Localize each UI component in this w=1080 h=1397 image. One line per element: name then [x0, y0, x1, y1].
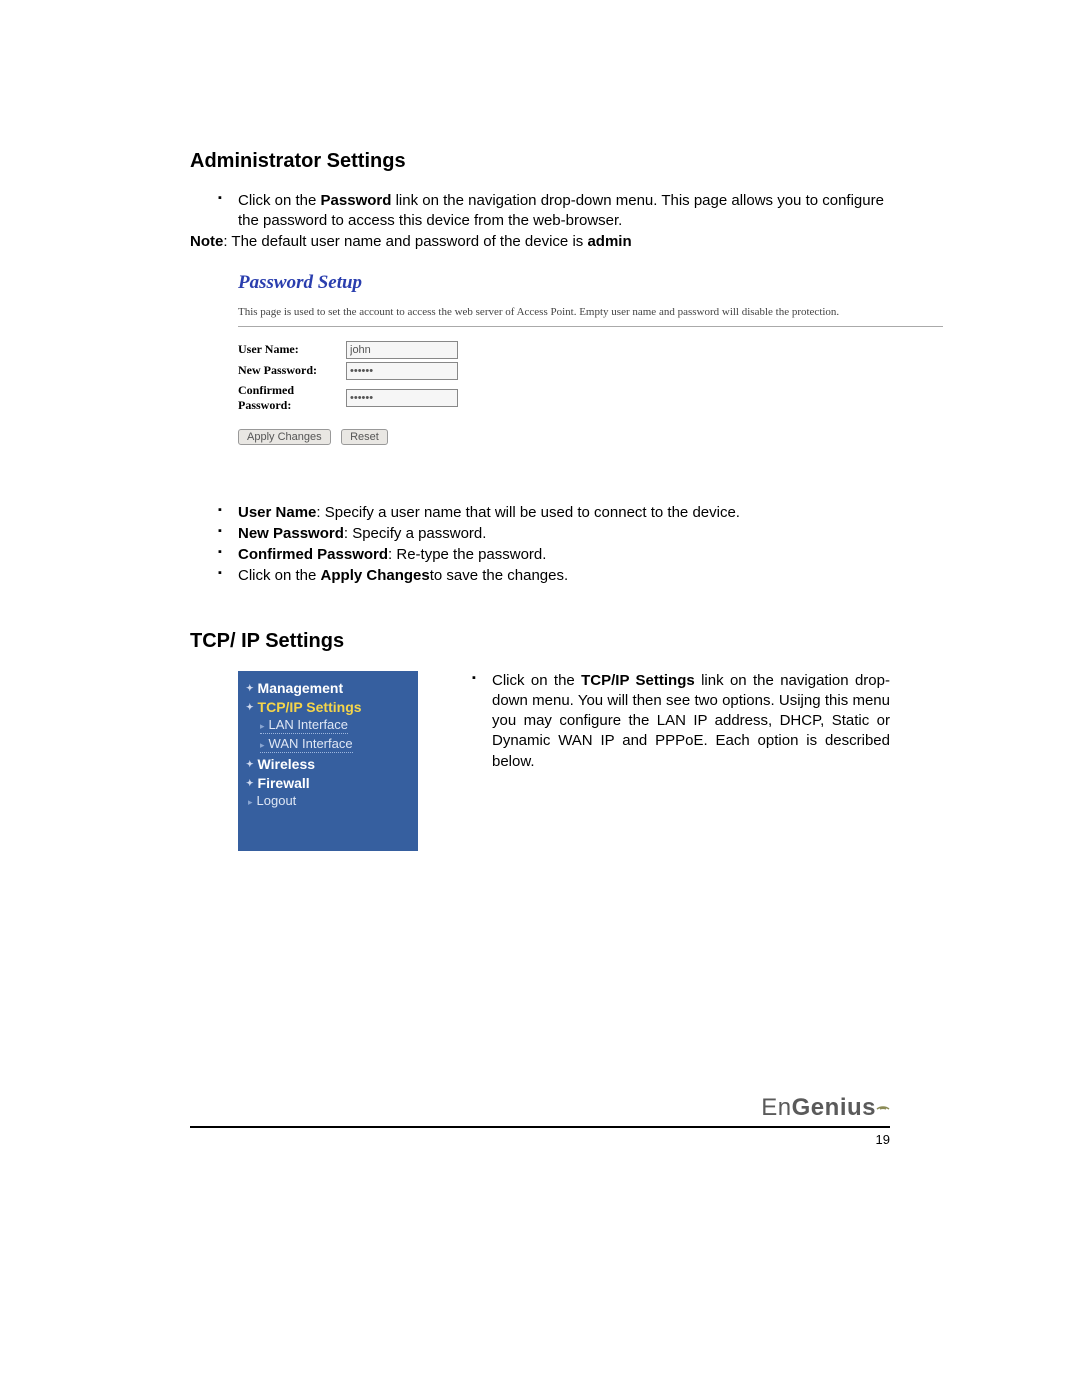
nav-wireless-label: Wireless [258, 756, 315, 772]
page-number: 19 [190, 1132, 890, 1147]
brand-logo: EnGenius [190, 1094, 890, 1122]
desc-apply: Click on the Apply Changesto save the ch… [218, 566, 890, 586]
field-descriptions: User Name: Specify a user name that will… [190, 503, 890, 587]
arrow-icon: ▸ [260, 740, 265, 750]
password-setup-panel: Password Setup This page is used to set … [238, 266, 943, 467]
desc-user-name: User Name: Specify a user name that will… [218, 503, 890, 523]
reset-button[interactable]: Reset [341, 429, 388, 445]
note-bold: admin [587, 233, 631, 250]
desc-apply-bold: Apply Changes [321, 567, 430, 584]
tcpip-description: Click on the TCP/IP Settings link on the… [472, 671, 890, 773]
arrow-icon: ▸ [248, 797, 253, 807]
divider [238, 326, 943, 327]
label-confirmed-password: Confirmed Password: [238, 383, 346, 413]
nav-logout[interactable]: ▸ Logout [248, 793, 410, 808]
note-pre: Note [190, 233, 223, 250]
nav-menu: ✦ Management ✦ TCP/IP Settings ▸ LAN Interf… [238, 671, 418, 851]
nav-firewall[interactable]: ✦ Firewall [246, 775, 410, 791]
nav-wan-interface[interactable]: ▸ WAN Interface [260, 736, 353, 753]
intro-bold: Password [321, 192, 392, 209]
nav-lan-label: LAN Interface [269, 717, 349, 732]
desc-user-bold: User Name [238, 504, 316, 521]
password-setup-desc: This page is used to set the account to … [238, 306, 943, 318]
desc-apply-pre: Click on the [238, 567, 321, 584]
desc-user-text: : Specify a user name that will be used … [316, 504, 740, 521]
intro-item: Click on the Password link on the naviga… [218, 191, 890, 232]
brand-gen: Genius [792, 1094, 876, 1121]
nav-management-label: Management [258, 680, 344, 696]
input-user-name[interactable] [346, 341, 458, 359]
arrow-icon: ▸ [260, 721, 265, 731]
tcpip-para-bold: TCP/IP Settings [581, 672, 695, 689]
wifi-arc-icon [876, 1088, 890, 1116]
intro-list: Click on the Password link on the naviga… [190, 191, 890, 232]
tcpip-para-pre: Click on the [492, 672, 581, 689]
nav-lan-interface[interactable]: ▸ LAN Interface [260, 717, 348, 734]
label-new-password: New Password: [238, 363, 346, 378]
desc-confirmed-password: Confirmed Password: Re-type the password… [218, 545, 890, 565]
note-mid: : The default user name and password of … [223, 233, 587, 250]
footer-divider [190, 1126, 890, 1128]
bullet-icon: ✦ [246, 759, 254, 769]
heading-admin-settings: Administrator Settings [190, 150, 890, 173]
apply-changes-button[interactable]: Apply Changes [238, 429, 331, 445]
password-setup-title: Password Setup [238, 272, 943, 294]
desc-newpass-text: : Specify a password. [344, 525, 487, 542]
nav-management[interactable]: ✦ Management [246, 680, 410, 696]
nav-logout-label: Logout [257, 793, 297, 808]
nav-tcpip-label: TCP/IP Settings [258, 699, 362, 715]
intro-pre: Click on the [238, 192, 321, 209]
bullet-icon: ✦ [246, 683, 254, 693]
nav-firewall-label: Firewall [258, 775, 310, 791]
nav-wan-label: WAN Interface [269, 736, 353, 751]
input-confirmed-password[interactable] [346, 389, 458, 407]
desc-newpass-bold: New Password [238, 525, 344, 542]
nav-wireless[interactable]: ✦ Wireless [246, 756, 410, 772]
desc-confpass-bold: Confirmed Password [238, 546, 388, 563]
bullet-icon: ✦ [246, 778, 254, 788]
brand-en: En [761, 1094, 791, 1121]
heading-tcpip-settings: TCP/ IP Settings [190, 630, 890, 653]
nav-tcpip-settings[interactable]: ✦ TCP/IP Settings [246, 699, 410, 715]
label-user-name: User Name: [238, 342, 346, 357]
desc-confpass-text: : Re-type the password. [388, 546, 546, 563]
tcpip-para: Click on the TCP/IP Settings link on the… [472, 671, 890, 772]
input-new-password[interactable] [346, 362, 458, 380]
bullet-icon: ✦ [246, 702, 254, 712]
note-line: Note: The default user name and password… [190, 233, 890, 250]
desc-new-password: New Password: Specify a password. [218, 524, 890, 544]
desc-apply-post: to save the changes. [430, 567, 568, 584]
page-footer: EnGenius 19 [190, 1094, 890, 1147]
